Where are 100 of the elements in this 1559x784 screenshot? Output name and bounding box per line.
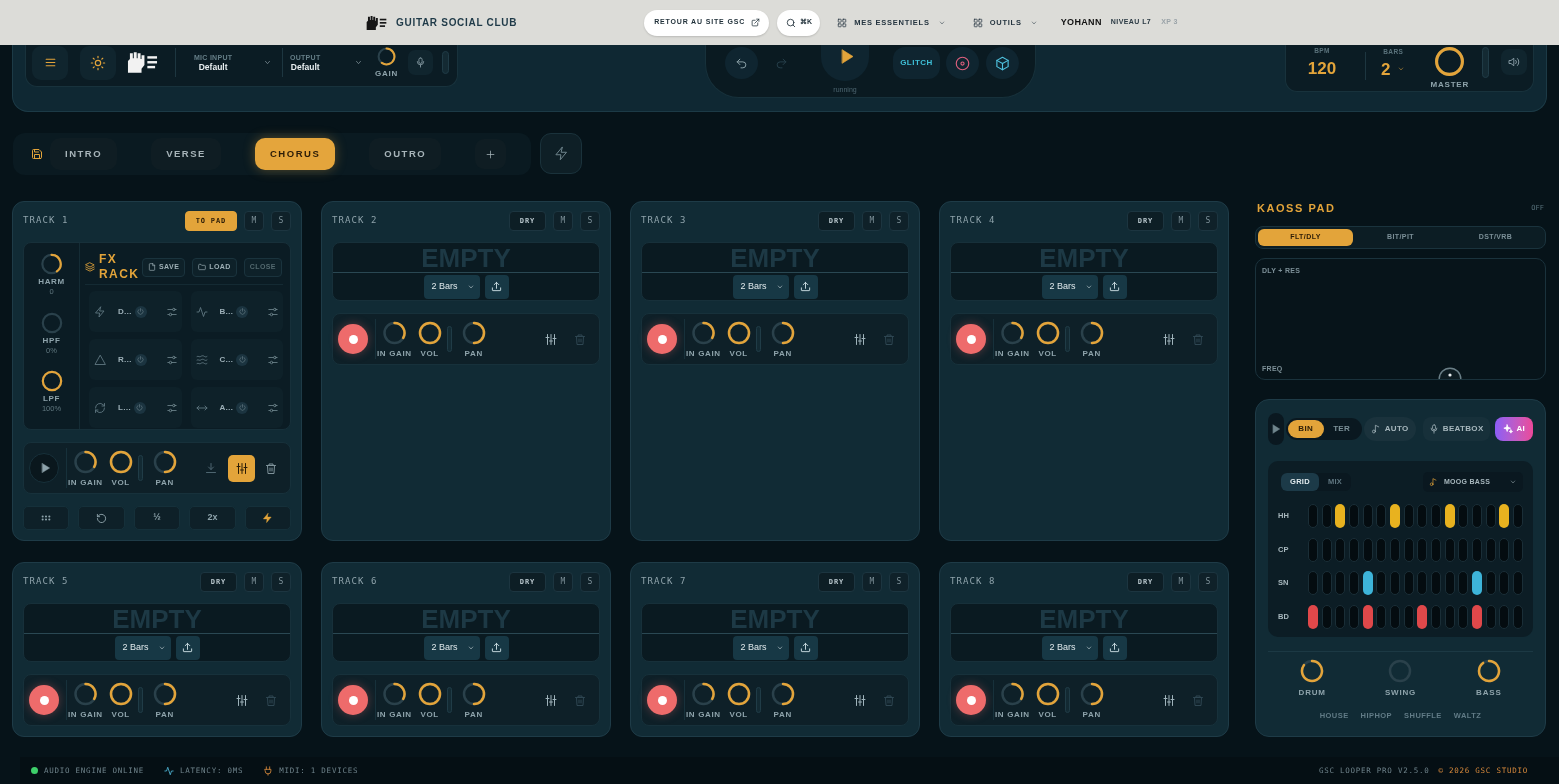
undo-button[interactable] xyxy=(725,47,758,79)
knob[interactable] xyxy=(108,681,133,706)
knob[interactable] xyxy=(1079,681,1104,706)
power-button[interactable] xyxy=(134,305,147,318)
step-pad[interactable] xyxy=(1417,604,1428,629)
record-button[interactable] xyxy=(338,685,368,715)
record-button[interactable] xyxy=(338,324,368,354)
mute-button[interactable]: M xyxy=(244,572,264,592)
knob[interactable] xyxy=(72,449,98,474)
mic-button[interactable] xyxy=(408,50,434,75)
mute-button[interactable]: M xyxy=(244,211,264,231)
solo-button[interactable]: S xyxy=(580,572,600,592)
solo-button[interactable]: S xyxy=(889,211,909,231)
brand-name[interactable]: GUITAR SOCIAL CLUB xyxy=(396,15,518,30)
loop-length-select[interactable]: 2 Bars xyxy=(732,635,789,660)
mute-button[interactable]: M xyxy=(553,211,573,231)
mute-button[interactable]: M xyxy=(862,211,882,231)
knob[interactable] xyxy=(1476,659,1501,683)
upload-button[interactable] xyxy=(1102,274,1127,299)
loop-length-select[interactable]: 2 Bars xyxy=(732,274,789,299)
solo-button[interactable]: S xyxy=(271,572,291,592)
quick-action-button[interactable] xyxy=(540,133,582,174)
power-button[interactable] xyxy=(236,305,249,318)
loop-length-select[interactable]: 2 Bars xyxy=(423,274,480,299)
sliders-icon[interactable] xyxy=(166,354,177,365)
auto-button[interactable]: AUTO xyxy=(1363,417,1416,441)
mode-option[interactable]: TER xyxy=(1323,420,1360,438)
mixer-button[interactable] xyxy=(228,454,255,482)
knob[interactable] xyxy=(690,681,716,706)
ai-button[interactable]: AI xyxy=(1494,417,1533,441)
loop-length-select[interactable]: 2 Bars xyxy=(1041,274,1098,299)
step-pad[interactable] xyxy=(1499,504,1510,528)
sliders-icon[interactable] xyxy=(268,354,278,365)
target-button[interactable] xyxy=(946,47,979,79)
sliders-icon[interactable] xyxy=(166,402,177,413)
knob[interactable] xyxy=(690,320,716,345)
knob[interactable] xyxy=(726,681,751,706)
tool-button[interactable] xyxy=(78,506,125,530)
record-button[interactable] xyxy=(956,685,986,715)
knob[interactable] xyxy=(377,47,397,66)
mute-button[interactable]: M xyxy=(1171,572,1191,592)
upload-button[interactable] xyxy=(793,274,818,299)
knob[interactable] xyxy=(726,320,751,345)
scene-tab[interactable]: CHORUS xyxy=(254,138,336,170)
knob[interactable] xyxy=(1035,320,1060,345)
record-button[interactable] xyxy=(647,324,677,354)
knob[interactable] xyxy=(1434,46,1466,77)
download-icon[interactable] xyxy=(205,462,217,474)
tool-button[interactable]: 2x xyxy=(189,506,236,530)
knob[interactable] xyxy=(1035,681,1060,706)
step-pad[interactable] xyxy=(1362,571,1373,595)
step-pad[interactable] xyxy=(1471,604,1482,629)
upload-button[interactable] xyxy=(484,274,509,299)
mute-button[interactable]: M xyxy=(862,572,882,592)
beatbox-button[interactable]: BEATBOX xyxy=(1422,417,1490,441)
power-button[interactable] xyxy=(236,353,249,366)
save-icon[interactable] xyxy=(31,148,43,160)
scene-tab[interactable]: INTRO xyxy=(50,138,118,170)
solo-button[interactable]: S xyxy=(1198,572,1218,592)
trash-icon[interactable] xyxy=(265,461,277,475)
step-pad[interactable] xyxy=(1335,504,1346,528)
sliders-icon[interactable] xyxy=(268,402,278,413)
knob[interactable] xyxy=(1300,659,1325,683)
upload-button[interactable] xyxy=(1102,635,1127,660)
knob[interactable] xyxy=(152,449,177,474)
knob[interactable] xyxy=(461,681,486,706)
glitch-button[interactable]: GLITCH xyxy=(893,47,940,79)
knob[interactable] xyxy=(72,681,98,706)
play-button[interactable] xyxy=(29,453,59,483)
step-pad[interactable] xyxy=(1362,604,1373,629)
upload-button[interactable] xyxy=(793,635,818,660)
sliders-icon[interactable] xyxy=(268,306,278,317)
step-pad[interactable] xyxy=(1471,571,1482,595)
step-pad[interactable] xyxy=(1444,504,1455,528)
scene-tab[interactable]: OUTRO xyxy=(369,138,442,170)
knob[interactable] xyxy=(381,320,407,345)
power-button[interactable] xyxy=(236,401,249,414)
cube-button[interactable] xyxy=(986,47,1019,79)
record-button[interactable] xyxy=(29,685,59,715)
bpm-value[interactable]: 120 xyxy=(1307,59,1337,77)
solo-button[interactable]: S xyxy=(271,211,291,231)
sliders-icon[interactable] xyxy=(166,306,177,317)
step-pad[interactable] xyxy=(1308,604,1318,629)
mute-button[interactable]: M xyxy=(1171,211,1191,231)
loop-length-select[interactable]: 2 Bars xyxy=(1041,635,1098,660)
pad-cursor-handle[interactable] xyxy=(1438,367,1462,379)
knob[interactable] xyxy=(40,370,63,393)
mode-option[interactable]: BIN xyxy=(1287,420,1324,438)
step-pad[interactable] xyxy=(1389,504,1400,528)
power-button[interactable] xyxy=(133,401,146,414)
theme-button[interactable] xyxy=(80,45,116,80)
power-button[interactable] xyxy=(134,353,147,366)
knob[interactable] xyxy=(108,449,133,474)
sequencer-play-button[interactable] xyxy=(1268,413,1284,445)
knob[interactable] xyxy=(999,681,1025,706)
upload-button[interactable] xyxy=(175,635,200,660)
knob[interactable] xyxy=(381,681,407,706)
knob[interactable] xyxy=(40,253,63,275)
knob[interactable] xyxy=(417,320,442,345)
knob[interactable] xyxy=(417,681,442,706)
